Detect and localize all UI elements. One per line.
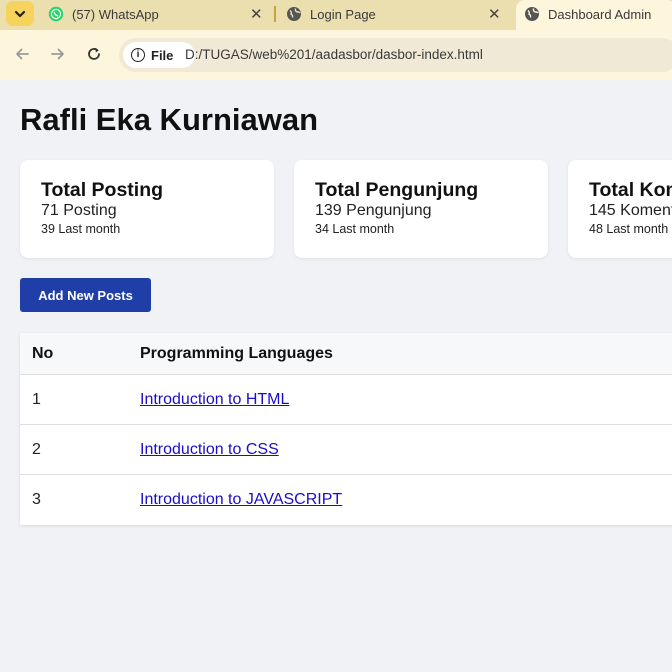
globe-icon (525, 7, 539, 21)
post-link[interactable]: Introduction to CSS (140, 441, 279, 459)
card-title: Total Pengunjung (315, 179, 479, 201)
arrow-right-icon (51, 48, 64, 60)
table-row: 2 Introduction to CSS (20, 425, 672, 475)
table-row: 3 Introduction to JAVASCRIPT (20, 475, 672, 525)
close-icon[interactable]: ✕ (250, 5, 263, 23)
reload-icon (88, 47, 100, 60)
add-new-posts-button[interactable]: Add New Posts (20, 278, 151, 312)
page-content: Rafli Eka Kurniawan Total Posting 71 Pos… (0, 80, 672, 672)
arrow-left-icon (16, 48, 29, 60)
tab-whatsapp[interactable]: (57) WhatsApp ✕ (48, 0, 270, 30)
browser-toolbar: i File D:/TUGAS/web%201/aadasbor/dasbor-… (0, 30, 672, 80)
tab-divider (274, 6, 276, 22)
chevron-down-icon (14, 10, 26, 17)
page-title: Rafli Eka Kurniawan (20, 102, 319, 137)
card-subtext: 48 Last month (589, 222, 669, 236)
close-icon[interactable]: ✕ (488, 5, 501, 23)
back-button[interactable] (12, 44, 32, 64)
stat-card-pengunjung: Total Pengunjung 139 Pengunjung 34 Last … (294, 160, 548, 258)
row-number: 1 (32, 391, 41, 408)
post-link[interactable]: Introduction to HTML (140, 391, 289, 409)
tab-dashboard-admin[interactable]: Dashboard Admin (516, 0, 672, 30)
posts-table: No Programming Languages 1 Introduction … (20, 333, 672, 525)
card-value: 139 Pengunjung (315, 202, 432, 219)
tab-search-button[interactable] (6, 1, 34, 26)
info-icon: i (131, 48, 145, 62)
card-value: 145 Komentar (589, 202, 672, 219)
table-row: 1 Introduction to HTML (20, 375, 672, 425)
table-header: No Programming Languages (20, 333, 672, 375)
tab-strip: (57) WhatsApp ✕ Login Page ✕ Dashboard A… (0, 0, 672, 30)
card-value: 71 Posting (41, 202, 117, 219)
globe-icon (287, 7, 301, 21)
address-bar[interactable]: i File D:/TUGAS/web%201/aadasbor/dasbor-… (119, 38, 672, 72)
whatsapp-icon (48, 6, 64, 22)
stat-card-komentar: Total Komentar 145 Komentar 48 Last mont… (568, 160, 672, 258)
column-header-no: No (32, 345, 54, 362)
row-number: 3 (32, 491, 41, 508)
card-title: Total Komentar (589, 179, 672, 201)
forward-button[interactable] (48, 44, 68, 64)
site-info-label: File (151, 47, 174, 63)
card-subtext: 34 Last month (315, 222, 395, 236)
url-text[interactable]: D:/TUGAS/web%201/aadasbor/dasbor-index.h… (185, 47, 483, 62)
tab-login-page[interactable]: Login Page ✕ (286, 0, 508, 30)
tab-title: Login Page (310, 7, 376, 22)
tab-title: (57) WhatsApp (72, 7, 159, 22)
post-link[interactable]: Introduction to JAVASCRIPT (140, 491, 342, 509)
card-subtext: 39 Last month (41, 222, 121, 236)
tab-title: Dashboard Admin (548, 7, 652, 22)
stat-card-posting: Total Posting 71 Posting 39 Last month (20, 160, 274, 258)
column-header-title: Programming Languages (140, 345, 333, 362)
row-number: 2 (32, 441, 41, 458)
card-title: Total Posting (41, 179, 164, 201)
reload-button[interactable] (84, 44, 104, 64)
